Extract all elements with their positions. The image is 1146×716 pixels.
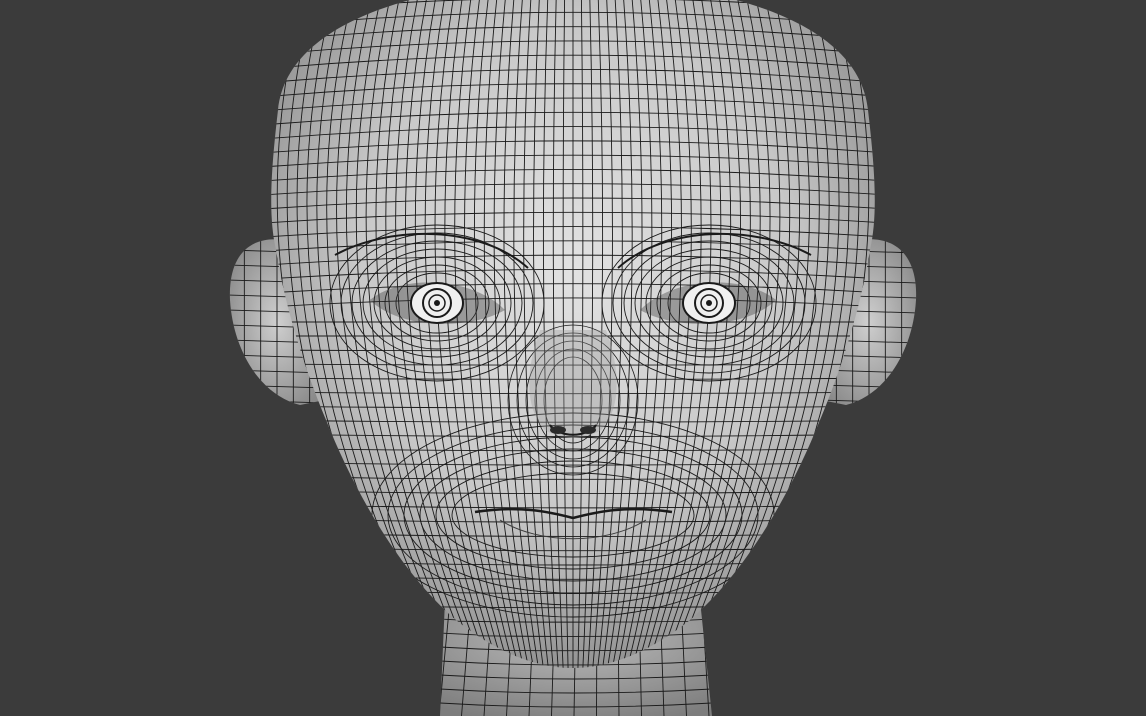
nose [529,330,617,438]
head-mesh-render [229,0,917,716]
3d-viewport[interactable] [0,0,1146,716]
